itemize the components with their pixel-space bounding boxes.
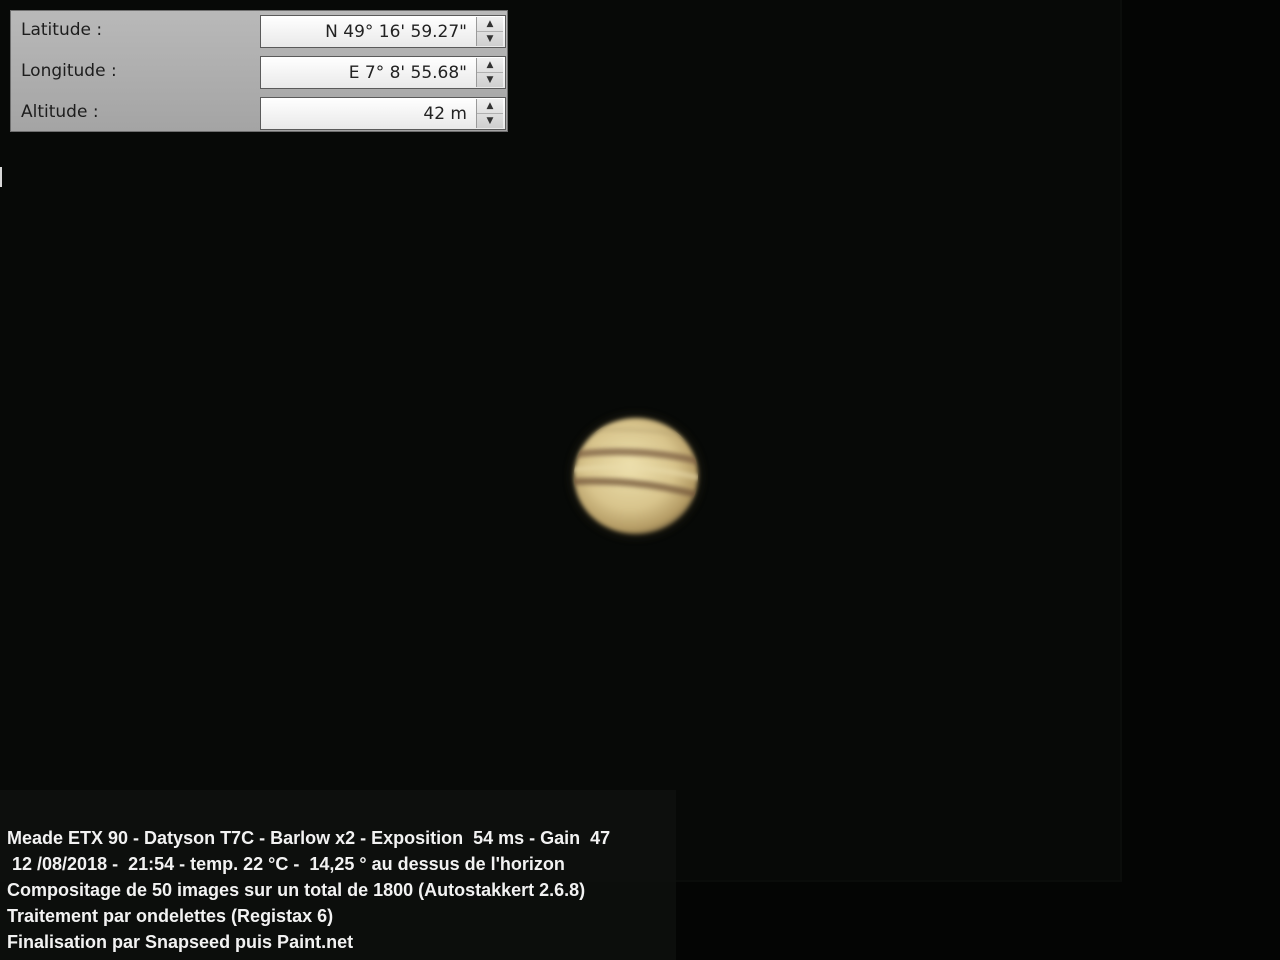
altitude-increment-icon[interactable]: ▲: [477, 99, 503, 114]
altitude-row: Altitude : 42 m ▲ ▼: [11, 94, 509, 134]
latitude-spinner[interactable]: ▲ ▼: [476, 17, 503, 46]
latitude-label: Latitude :: [21, 20, 103, 40]
altitude-spinner[interactable]: ▲ ▼: [476, 99, 503, 128]
longitude-spinner[interactable]: ▲ ▼: [476, 58, 503, 87]
altitude-field[interactable]: 42 m ▲ ▼: [260, 97, 506, 130]
longitude-field[interactable]: E 7° 8' 55.68" ▲ ▼: [260, 56, 506, 89]
longitude-decrement-icon[interactable]: ▼: [477, 73, 503, 87]
caption-date-conditions: 12 /08/2018 - 21:54 - temp. 22 °C - 14,2…: [7, 854, 565, 874]
coordinates-panel: Latitude : N 49° 16' 59.27" ▲ ▼ Longitud…: [10, 10, 508, 132]
caption-box: Meade ETX 90 - Datyson T7C - Barlow x2 -…: [0, 790, 676, 960]
latitude-field[interactable]: N 49° 16' 59.27" ▲ ▼: [260, 15, 506, 48]
longitude-label: Longitude :: [21, 61, 117, 81]
astrophoto: Latitude : N 49° 16' 59.27" ▲ ▼ Longitud…: [0, 0, 1280, 960]
caption-equipment: Meade ETX 90 - Datyson T7C - Barlow x2 -…: [7, 828, 611, 848]
caption-stacking: Compositage de 50 images sur un total de…: [7, 880, 586, 900]
latitude-row: Latitude : N 49° 16' 59.27" ▲ ▼: [11, 12, 509, 52]
altitude-value[interactable]: 42 m: [423, 104, 467, 124]
latitude-decrement-icon[interactable]: ▼: [477, 32, 503, 46]
caption-processing: Traitement par ondelettes (Registax 6): [7, 906, 334, 926]
latitude-increment-icon[interactable]: ▲: [477, 17, 503, 32]
longitude-row: Longitude : E 7° 8' 55.68" ▲ ▼: [11, 53, 509, 93]
cursor-marker: [0, 167, 2, 187]
altitude-decrement-icon[interactable]: ▼: [477, 114, 503, 128]
altitude-label: Altitude :: [21, 102, 99, 122]
longitude-value[interactable]: E 7° 8' 55.68": [349, 63, 467, 83]
longitude-increment-icon[interactable]: ▲: [477, 58, 503, 73]
latitude-value[interactable]: N 49° 16' 59.27": [325, 22, 467, 42]
caption-finalisation: Finalisation par Snapseed puis Paint.net: [7, 932, 354, 952]
